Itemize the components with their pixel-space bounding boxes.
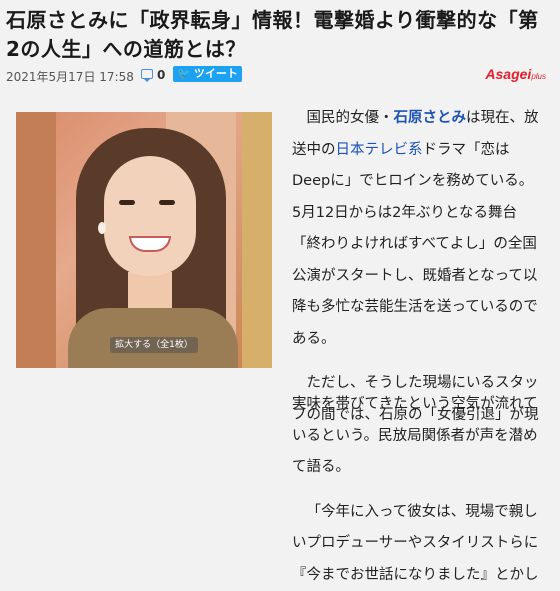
article-meta: 2021年5月17日 17:58 0 🐦ツイート Asageiplus <box>6 66 554 84</box>
tweet-button[interactable]: 🐦ツイート <box>173 66 242 82</box>
paragraph-3: 「今年に入って彼女は、現場で親しいプロデューサーやスタイリストらに『今までお世話… <box>18 497 548 591</box>
twitter-bird-icon: 🐦 <box>177 67 191 80</box>
person-link[interactable]: 石原さとみ <box>394 110 467 126</box>
article-headline: 石原さとみに「政界転身」情報！電撃婚より衝撃的な「第2の人生」への道筋とは？ <box>6 6 551 64</box>
paragraph-2b: 実味を帯びてきたという空気が流れているという。民放局関係者が声を潜めて語る。 <box>18 389 548 484</box>
network-link[interactable]: 日本テレビ系 <box>336 142 423 158</box>
brand-logo[interactable]: Asageiplus <box>485 66 546 82</box>
article-body-full: 実味を帯びてきたという空気が流れているという。民放局関係者が声を潜めて語る。 「… <box>18 389 548 591</box>
publish-date: 2021年5月17日 17:58 <box>6 68 134 85</box>
comment-count[interactable]: 0 <box>157 68 165 82</box>
article-photo[interactable]: 拡大する（全1枚） <box>16 112 272 368</box>
enlarge-caption[interactable]: 拡大する（全1枚） <box>110 337 198 353</box>
article-body-side: 国民的女優・石原さとみは現在、放送中の日本テレビ系ドラマ「恋はDeepに」でヒロ… <box>292 103 540 431</box>
tweet-label: ツイート <box>194 67 238 80</box>
comment-icon[interactable] <box>141 69 153 79</box>
paragraph-1: 国民的女優・石原さとみは現在、放送中の日本テレビ系ドラマ「恋はDeepに」でヒロ… <box>292 103 540 355</box>
